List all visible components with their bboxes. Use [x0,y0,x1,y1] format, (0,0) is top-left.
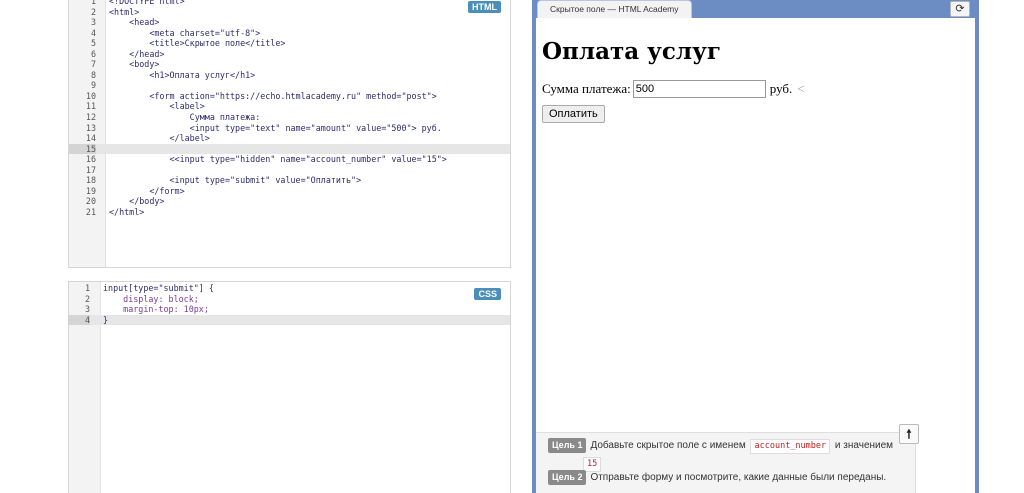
html-code-line-number: 8 [90,69,96,80]
amount-label: Сумма платежа: [542,81,631,96]
arrow-up-icon: 🠕 [906,427,912,441]
html-code-line-text[interactable]: <label> [109,101,205,112]
html-code-line[interactable]: 12 Сумма платежа: [69,112,510,123]
html-code-line-number: 20 [85,196,96,207]
html-code-line[interactable]: 17 [69,165,510,176]
goal-1-text-b: и значением [834,440,894,451]
html-editor[interactable]: 1 <!DOCTYPE html> 2 <html> 3 <head> 4 <meta c… [68,0,511,268]
html-code-line-number: 6 [90,48,96,59]
html-code-line[interactable]: 11 <label> [69,101,510,112]
html-code-line-number: 10 [85,90,96,101]
html-code-line-text[interactable]: <title>Скрытое поле</title> [109,38,285,49]
html-code-line-text[interactable]: <meta charset="utf-8"> [109,28,260,39]
amount-row: Сумма платежа: руб. < [542,80,805,98]
css-code-lines[interactable]: 1 input[type="submit"] {2 display: block;… [69,283,510,326]
html-code-line[interactable]: 14 </label> [69,133,510,144]
html-code-line[interactable]: 20 </body> [69,196,510,207]
amount-input[interactable] [632,80,766,98]
preview-tab[interactable]: Скрытое поле — HTML Academy [537,0,692,18]
refresh-button[interactable]: ⟳ [950,1,970,17]
page-heading: Оплата услуг [542,38,721,65]
css-code-line[interactable]: 1 input[type="submit"] { [69,283,510,294]
css-code-line[interactable]: 2 display: block; [69,294,510,305]
css-code-line-text[interactable]: margin-top: 10px; [103,304,209,315]
css-code-line-text[interactable]: } [103,315,108,326]
html-code-lines[interactable]: 1 <!DOCTYPE html> 2 <html> 3 <head> 4 <meta c… [69,0,510,217]
html-code-line[interactable]: 6 </head> [69,49,510,60]
html-code-line-text[interactable]: <head> [109,17,159,28]
goal-2-label: Цель 2 [548,470,587,485]
html-code-line[interactable]: 9 [69,80,510,91]
refresh-icon: ⟳ [955,3,965,15]
goal-1-text-a: Добавьте скрытое поле с именем [590,440,746,451]
html-code-line-text[interactable]: Сумма платежа: [109,112,261,123]
preview-frame: Оплата услуг Сумма платежа: руб. < Оплат… [536,18,975,493]
html-code-line[interactable]: 13 <input type="text" name="amount" valu… [69,123,510,134]
html-code-line[interactable]: 7 <body> [69,59,510,70]
collapse-goals-button[interactable]: 🠕 [899,424,919,444]
html-code-line-number: 17 [85,164,96,175]
html-code-line-text[interactable]: </head> [109,49,164,60]
goal-2-text: Отправьте форму и посмотрите, какие данн… [590,472,887,483]
css-badge: CSS [474,288,501,300]
html-code-line-number: 15 [69,143,96,155]
css-code-line-text[interactable]: display: block; [103,294,199,305]
html-code-line-number: 9 [90,80,96,91]
html-code-line-text[interactable]: <html> [109,7,139,18]
html-code-line[interactable]: 8 <h1>Оплата услуг</h1> [69,70,510,81]
html-code-line[interactable]: 21 </html> [69,207,510,218]
html-code-line-number: 7 [90,59,96,70]
html-code-line-number: 19 [85,185,96,196]
html-code-line-text[interactable]: </label> [109,133,210,144]
stray-text: < [797,81,805,96]
html-code-line-number: 16 [85,154,96,165]
html-code-line-text[interactable]: <<input type="hidden" name="account_numb… [109,154,447,165]
goal-2: Цель 2 Отправьте форму и посмотрите, каки… [548,470,886,485]
submit-button[interactable]: Оплатить [542,105,605,123]
html-code-line[interactable]: 19 </form> [69,186,510,197]
goal-1-code-name: account_number [750,439,831,454]
html-code-line-number: 2 [90,6,96,17]
goals-panel: Цель 1 Добавьте скрытое поле с именем acc… [536,432,916,493]
html-code-line[interactable]: 3 <head> [69,17,510,28]
html-code-line-number: 12 [85,112,96,123]
html-code-line[interactable]: 10 <form action="https://echo.htmlacadem… [69,91,510,102]
html-code-line-text[interactable]: <h1>Оплата услуг</h1> [109,70,255,81]
html-code-line[interactable]: 5 <title>Скрытое поле</title> [69,38,510,49]
html-badge: HTML [468,1,501,13]
html-code-line[interactable]: 4 <meta charset="utf-8"> [69,28,510,39]
html-code-line-number: 21 [85,206,96,217]
css-editor[interactable]: 1 input[type="submit"] {2 display: block;… [68,281,511,493]
css-code-line-number: 3 [84,304,90,315]
html-code-line-number: 4 [90,27,96,38]
html-code-line-number: 18 [85,175,96,186]
css-code-line-text[interactable]: input[type="submit"] { [103,283,214,294]
css-code-line-number: 1 [84,283,90,293]
css-code-line-number: 2 [84,293,90,304]
html-code-line-number: 5 [90,38,96,49]
html-code-line-number: 3 [90,17,96,28]
html-code-line-text[interactable]: <body> [109,59,159,70]
html-code-line[interactable]: 2 <html> [69,7,510,18]
currency-label: руб. [769,81,793,96]
html-code-line-text[interactable]: <form action="https://echo.htmlacademy.r… [109,91,436,102]
css-code-line[interactable]: 3 margin-top: 10px; [69,304,510,315]
css-code-line[interactable]: 4} [69,314,510,326]
css-code-line-number: 4 [69,314,90,326]
html-code-line-number: 14 [85,133,96,144]
html-code-line-text[interactable]: </body> [109,196,164,207]
html-code-line[interactable]: 16 <<input type="hidden" name="account_n… [69,154,510,165]
html-code-line-text[interactable]: <input type="submit" value="Оплатить"> [109,175,362,186]
html-code-line-text[interactable]: </html> [109,207,144,218]
html-code-line-number: 13 [85,122,96,133]
html-code-line[interactable]: 18 <input type="submit" value="Оплатить"… [69,175,510,186]
preview-pane: Скрытое поле — HTML Academy ⟳ Оплата усл… [532,0,979,493]
html-code-line-text[interactable]: <input type="text" name="amount" value="… [109,123,442,134]
goal-1: Цель 1 Добавьте скрытое поле с именем acc… [548,438,908,472]
html-code-line[interactable]: 15 [69,143,510,155]
goal-1-label: Цель 1 [548,438,587,453]
html-code-line-text[interactable]: </form> [109,186,184,197]
html-code-line-number: 11 [85,101,96,112]
